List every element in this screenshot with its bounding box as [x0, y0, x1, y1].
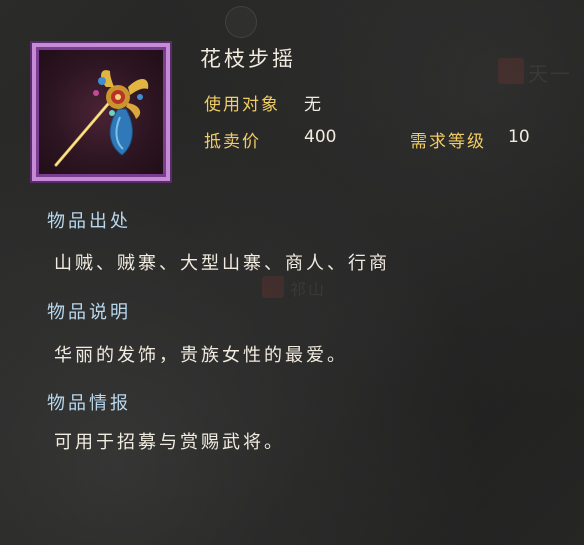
- item-tooltip-panel: 天一 祁山 花枝步摇 使用对象 无 抵卖价 400 需求等级 10 物品出处 山…: [0, 0, 584, 545]
- target-label: 使用对象: [204, 95, 280, 115]
- item-name: 花枝步摇: [200, 47, 296, 71]
- map-token-icon: [225, 6, 257, 38]
- map-seal-icon: [262, 276, 284, 298]
- source-title: 物品出处: [47, 211, 131, 232]
- hairpin-icon: [54, 70, 149, 167]
- info-text: 可用于招募与赏赐武将。: [54, 432, 285, 453]
- description-title: 物品说明: [47, 302, 131, 323]
- price-value: 400: [304, 127, 337, 147]
- map-label-middle: 祁山: [290, 280, 327, 299]
- price-label: 抵卖价: [204, 132, 261, 152]
- info-title: 物品情报: [47, 393, 131, 414]
- target-value: 无: [304, 95, 321, 115]
- description-text: 华丽的发饰，贵族女性的最爱。: [54, 345, 348, 366]
- map-label-top-right: 天一: [528, 62, 572, 86]
- source-text: 山贼、贼寨、大型山寨、商人、行商: [54, 253, 390, 274]
- level-value: 10: [508, 127, 530, 147]
- level-label: 需求等级: [410, 132, 486, 152]
- item-icon-frame: [32, 43, 170, 181]
- map-seal-icon: [498, 58, 524, 84]
